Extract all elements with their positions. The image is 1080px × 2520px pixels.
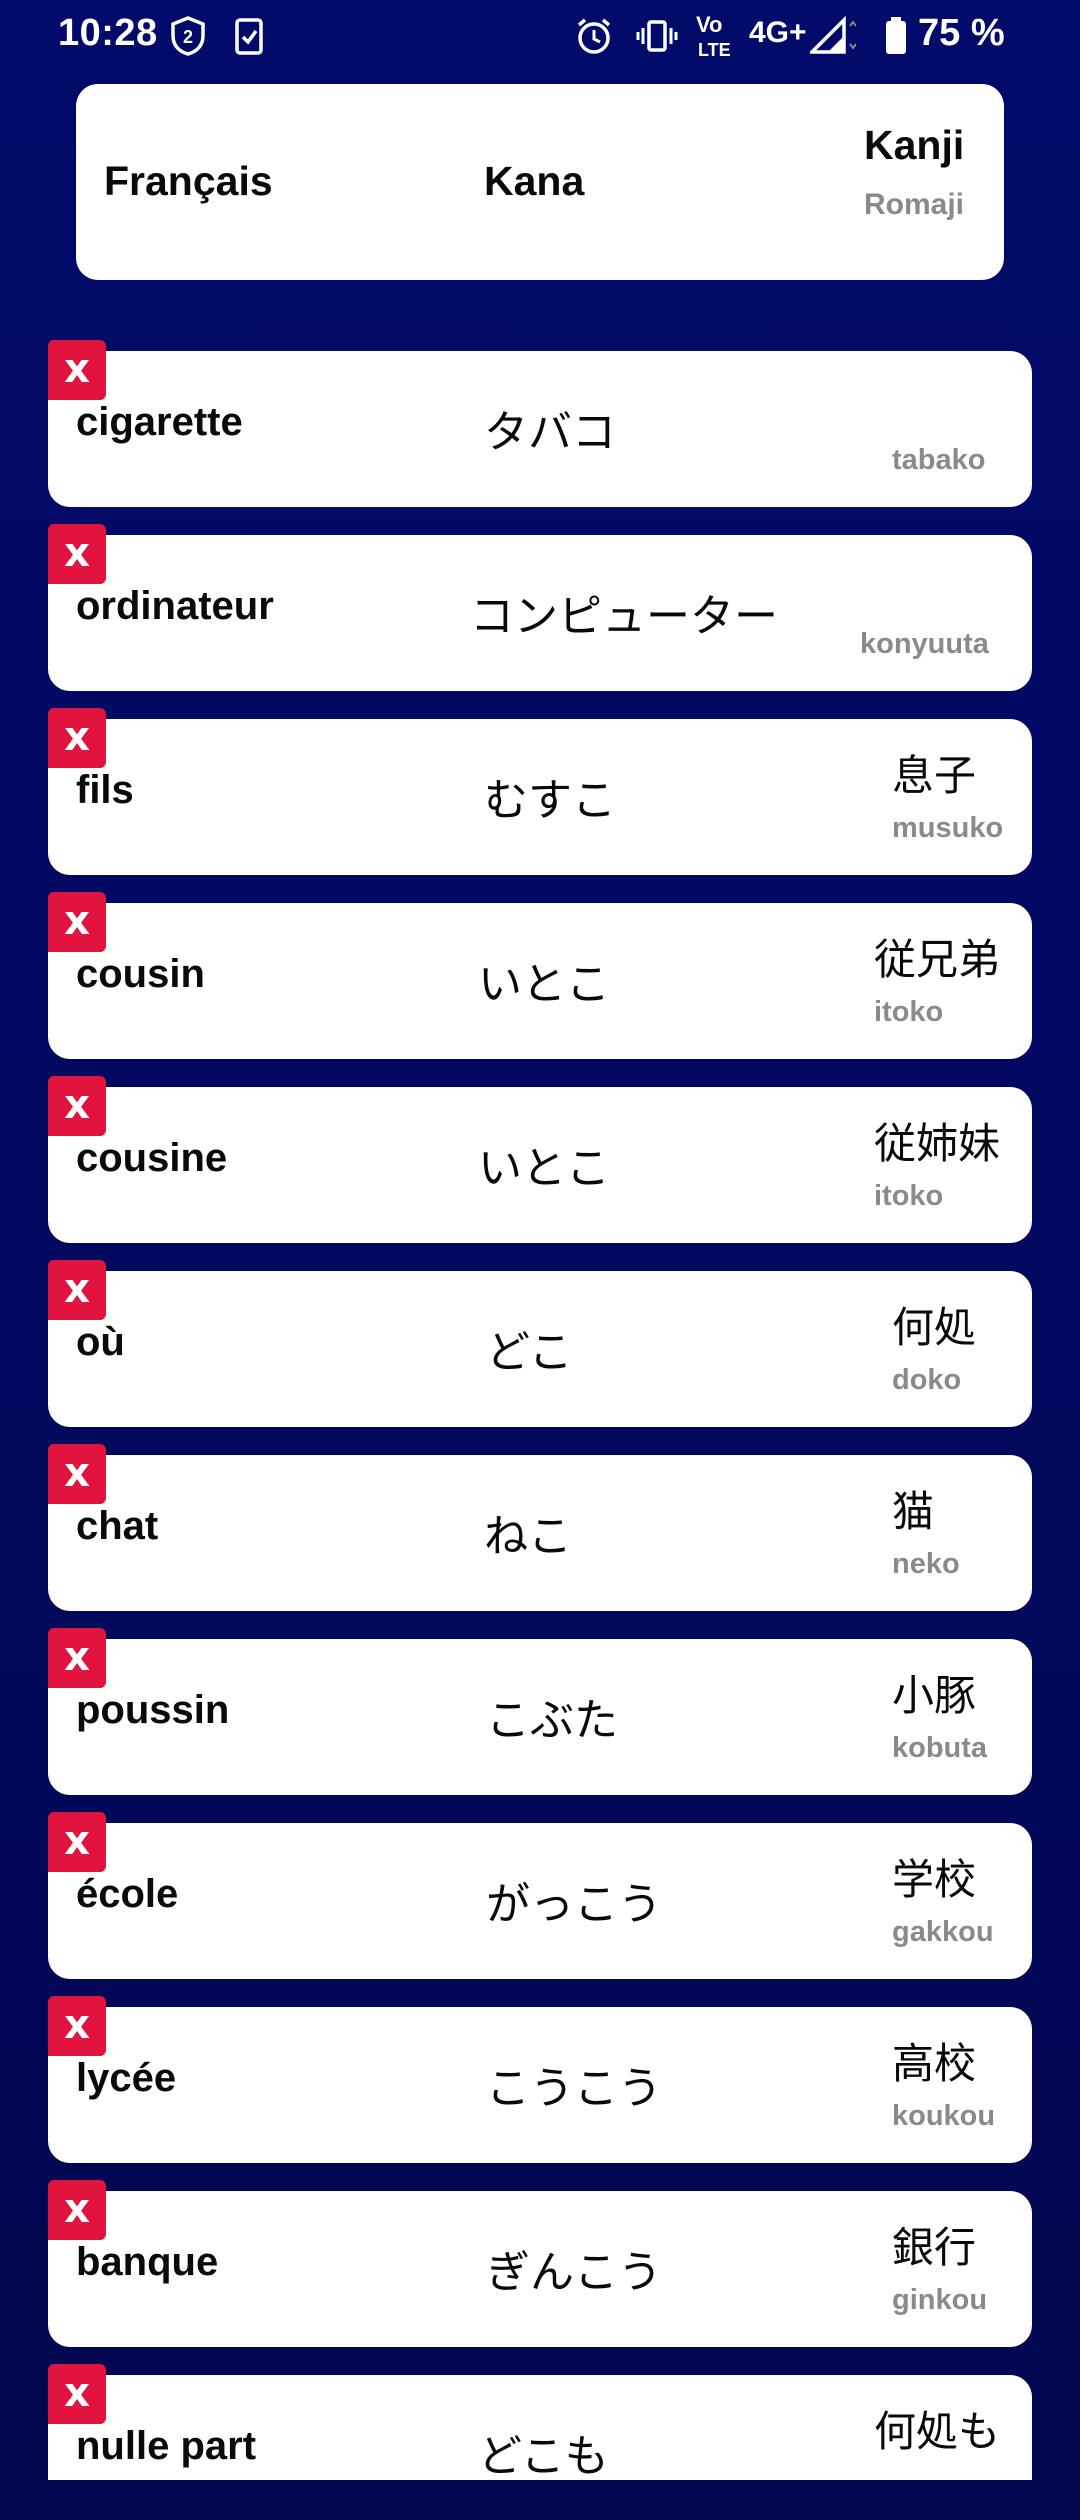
- column-header-card: Français Kana Kanji Romaji: [76, 84, 1004, 280]
- list-item[interactable]: x cousine いとこ 従姉妹 itoko: [0, 1076, 1080, 1260]
- romaji-word: itoko: [874, 996, 944, 1028]
- status-bar: 10:28 2 Vo LTE 4G+ 75 %: [0, 0, 1080, 72]
- romaji-word: musuko: [892, 812, 1004, 844]
- kana-word: こぶた: [486, 1695, 618, 1746]
- romaji-word: konyuuta: [860, 628, 989, 660]
- list-item[interactable]: x fils むすこ 息子 musuko: [0, 708, 1080, 892]
- word-list[interactable]: x cigarette タバコ tabako x ordinateur コンピュ…: [0, 340, 1080, 2480]
- volte-icon: Vo LTE: [694, 10, 740, 65]
- kana-word: こうこう: [486, 2063, 662, 2114]
- list-item[interactable]: x banque ぎんこう 銀行 ginkou: [0, 2180, 1080, 2364]
- kana-word: いとこ: [478, 959, 610, 1010]
- kana-word: ぎんこう: [486, 2247, 662, 2298]
- kana-word: むすこ: [484, 775, 616, 826]
- delete-button[interactable]: x: [48, 1444, 106, 1504]
- header-kana: Kana: [484, 158, 585, 204]
- list-item[interactable]: x chat ねこ 猫 neko: [0, 1444, 1080, 1628]
- kanji-word: 息子: [892, 751, 977, 800]
- french-word: où: [76, 1320, 125, 1364]
- french-word: cigarette: [76, 400, 243, 444]
- delete-button[interactable]: x: [48, 524, 106, 584]
- signal-icon: [807, 15, 857, 61]
- french-word: école: [76, 1872, 179, 1916]
- kanji-word: 従兄弟: [874, 935, 1001, 984]
- delete-button[interactable]: x: [48, 1812, 106, 1872]
- kana-word: いとこ: [478, 1143, 610, 1194]
- header-francais: Français: [104, 158, 273, 204]
- french-word: cousine: [76, 1136, 228, 1180]
- romaji-word: tabako: [892, 444, 986, 476]
- french-word: banque: [76, 2240, 219, 2284]
- delete-button[interactable]: x: [48, 1996, 106, 2056]
- romaji-word: koukou: [892, 2100, 996, 2132]
- delete-button[interactable]: x: [48, 2180, 106, 2240]
- romaji-word: ginkou: [892, 2284, 988, 2316]
- delete-button[interactable]: x: [48, 708, 106, 768]
- kanji-word: 高校: [892, 2039, 977, 2088]
- alarm-icon: [574, 16, 614, 61]
- svg-text:Vo: Vo: [696, 12, 722, 37]
- delete-button[interactable]: x: [48, 1076, 106, 1136]
- delete-button[interactable]: x: [48, 1628, 106, 1688]
- vibrate-icon: [636, 16, 678, 61]
- list-item[interactable]: x où どこ 何処 doko: [0, 1260, 1080, 1444]
- romaji-word: doko: [892, 1364, 962, 1396]
- kanji-word: 何処も: [874, 2407, 1001, 2456]
- kanji-word: 学校: [892, 1855, 977, 1904]
- french-word: lycée: [76, 2056, 177, 2100]
- french-word: fils: [76, 768, 134, 812]
- list-item[interactable]: x cousin いとこ 従兄弟 itoko: [0, 892, 1080, 1076]
- french-word: chat: [76, 1504, 159, 1548]
- list-item[interactable]: x école がっこう 学校 gakkou: [0, 1812, 1080, 1996]
- network-type: 4G+: [749, 16, 807, 49]
- delete-button[interactable]: x: [48, 2364, 106, 2424]
- romaji-word: neko: [892, 1548, 960, 1580]
- list-item[interactable]: x nulle part どこも 何処も: [0, 2364, 1080, 2480]
- kana-word: ねこ: [484, 1511, 572, 1562]
- kanji-word: 何処: [892, 1303, 977, 1352]
- list-item[interactable]: x lycée こうこう 高校 koukou: [0, 1996, 1080, 2180]
- french-word: nulle part: [76, 2424, 257, 2468]
- french-word: poussin: [76, 1688, 230, 1732]
- french-word: cousin: [76, 952, 205, 996]
- battery-icon: [884, 16, 908, 61]
- kana-word: どこ: [486, 1327, 573, 1378]
- list-item[interactable]: x cigarette タバコ tabako: [0, 340, 1080, 524]
- kana-word: どこも: [478, 2431, 609, 2480]
- kanji-word: 小豚: [892, 1671, 977, 1720]
- kana-word: がっこう: [486, 1879, 662, 1930]
- clipboard-check-icon: [234, 16, 264, 61]
- badge-2-icon: 2: [170, 16, 206, 61]
- french-word: ordinateur: [76, 584, 274, 628]
- delete-button[interactable]: x: [48, 1260, 106, 1320]
- kanji-word: 銀行: [892, 2223, 977, 2272]
- delete-button[interactable]: x: [48, 892, 106, 952]
- kanji-word: 猫: [892, 1487, 935, 1536]
- romaji-word: kobuta: [892, 1732, 988, 1764]
- kana-word: コンピューター: [470, 591, 778, 642]
- header-romaji: Romaji: [864, 188, 965, 221]
- svg-text:2: 2: [183, 27, 193, 47]
- header-kanji: Kanji: [864, 122, 965, 168]
- delete-button[interactable]: x: [48, 340, 106, 400]
- list-item[interactable]: x poussin こぶた 小豚 kobuta: [0, 1628, 1080, 1812]
- list-item[interactable]: x ordinateur コンピューター konyuuta: [0, 524, 1080, 708]
- kana-word: タバコ: [484, 407, 616, 458]
- romaji-word: gakkou: [892, 1916, 994, 1948]
- kanji-word: 従姉妹: [874, 1119, 1001, 1168]
- romaji-word: itoko: [874, 1180, 944, 1212]
- svg-text:LTE: LTE: [698, 40, 731, 60]
- status-time: 10:28: [58, 12, 158, 54]
- battery-level: 75 %: [918, 12, 1005, 54]
